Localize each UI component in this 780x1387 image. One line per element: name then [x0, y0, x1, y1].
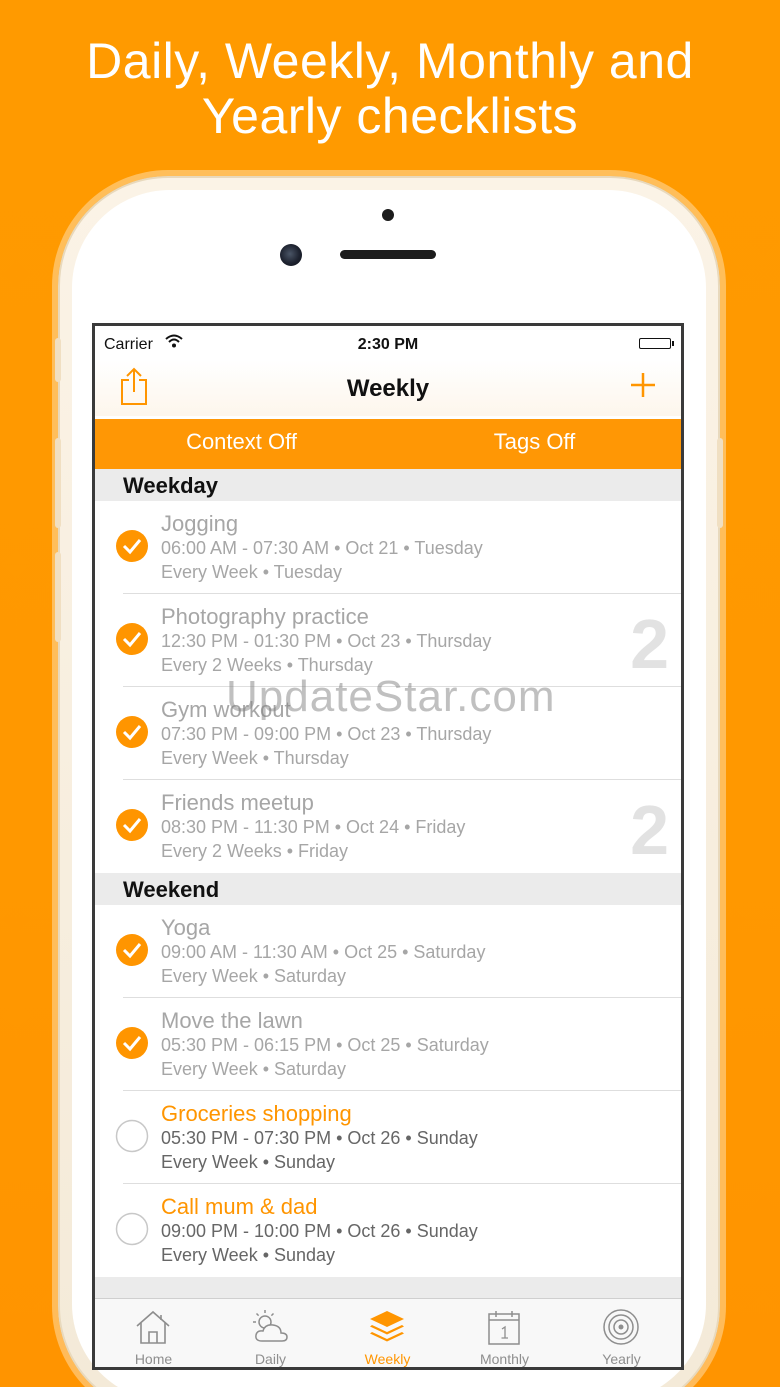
section-header-weekday: Weekday [95, 469, 681, 501]
earpiece-speaker [340, 250, 436, 259]
tab-label: Weekly [364, 1351, 411, 1367]
mute-switch [55, 338, 61, 382]
front-camera [280, 244, 302, 266]
checked-circle-icon[interactable] [115, 933, 149, 967]
task-repeat: Every Week • Sunday [161, 1152, 336, 1172]
task-time: 12:30 PM - 01:30 PM • Oct 23 • Thursday [161, 631, 492, 651]
task-repeat: Every Week • Saturday [161, 1059, 347, 1079]
status-time: 2:30 PM [357, 336, 419, 353]
task-repeat: Every Week • Saturday [161, 966, 347, 986]
task-row[interactable]: Yoga 09:00 AM - 11:30 AM • Oct 25 • Satu… [95, 905, 681, 998]
tab-label: Daily [254, 1351, 287, 1367]
task-time: 07:30 PM - 09:00 PM • Oct 23 • Thursday [161, 724, 492, 744]
status-bar: Carrier 2:30 PM [95, 326, 681, 360]
task-name: Call mum & dad [161, 1194, 318, 1219]
task-time: 09:00 PM - 10:00 PM • Oct 26 • Sunday [161, 1221, 478, 1241]
tab-daily[interactable]: Daily [212, 1299, 329, 1367]
task-name: Friends meetup [161, 790, 314, 815]
tab-label: Home [134, 1351, 173, 1367]
checked-circle-icon[interactable] [115, 529, 149, 563]
task-time: 08:30 PM - 11:30 PM • Oct 24 • Friday [161, 817, 466, 837]
checked-circle-icon[interactable] [115, 715, 149, 749]
promo-headline-line1: Daily, Weekly, Monthly and [86, 33, 694, 89]
checked-circle-icon[interactable] [115, 1026, 149, 1060]
tab-label: Yearly [602, 1351, 641, 1367]
task-row[interactable]: Move the lawn 05:30 PM - 06:15 PM • Oct … [95, 998, 681, 1091]
target-icon [601, 1307, 641, 1347]
repeat-interval-badge: 2 [630, 605, 669, 683]
tags-toggle-button[interactable]: Tags Off [388, 429, 681, 455]
watermark-text: UpdateStar.com [226, 672, 556, 721]
repeat-interval-badge: 2 [630, 791, 669, 869]
task-row[interactable]: Friends meetup 08:30 PM - 11:30 PM • Oct… [95, 780, 681, 873]
tab-monthly[interactable]: Monthly [446, 1299, 563, 1367]
page-title: Weekly [346, 375, 430, 402]
section-footer [95, 1277, 681, 1298]
checked-circle-icon[interactable] [115, 808, 149, 842]
section-header-weekend: Weekend [95, 873, 681, 905]
task-row[interactable]: Call mum & dad 09:00 PM - 10:00 PM • Oct… [95, 1184, 681, 1277]
task-time: 09:00 AM - 11:30 AM • Oct 25 • Saturday [161, 942, 486, 962]
power-button [717, 438, 723, 528]
plus-icon[interactable] [629, 371, 657, 404]
task-time: 06:00 AM - 07:30 AM • Oct 21 • Tuesday [161, 538, 483, 558]
volume-up-button [55, 438, 61, 528]
task-row[interactable]: Jogging 06:00 AM - 07:30 AM • Oct 21 • T… [95, 501, 681, 594]
layers-icon [367, 1307, 407, 1347]
empty-circle-icon[interactable] [115, 1119, 149, 1153]
checked-circle-icon[interactable] [115, 622, 149, 656]
tab-bar: Home Daily Weekly Monthly Yearly [95, 1298, 681, 1367]
filter-toggle-bar: Context Off Tags Off [95, 419, 681, 469]
task-repeat: Every Week • Sunday [161, 1245, 336, 1265]
tab-label: Monthly [479, 1351, 530, 1367]
task-time: 05:30 PM - 06:15 PM • Oct 25 • Saturday [161, 1035, 489, 1055]
task-name: Jogging [161, 511, 239, 536]
task-name: Photography practice [161, 604, 369, 629]
home-icon [133, 1307, 173, 1347]
calendar-icon [484, 1307, 524, 1347]
task-name: Groceries shopping [161, 1101, 352, 1126]
empty-circle-icon[interactable] [115, 1212, 149, 1246]
context-toggle-button[interactable]: Context Off [95, 429, 388, 455]
promo-headline: Daily, Weekly, Monthly and Yearly checkl… [0, 34, 780, 144]
weather-icon [250, 1307, 290, 1347]
task-repeat: Every Week • Thursday [161, 748, 349, 768]
task-row[interactable]: Groceries shopping 05:30 PM - 07:30 PM •… [95, 1091, 681, 1184]
task-repeat: Every 2 Weeks • Friday [161, 841, 349, 861]
task-time: 05:30 PM - 07:30 PM • Oct 26 • Sunday [161, 1128, 478, 1148]
tab-home[interactable]: Home [95, 1299, 212, 1367]
tab-weekly[interactable]: Weekly [329, 1299, 446, 1367]
task-repeat: Every Week • Tuesday [161, 562, 343, 582]
task-name: Move the lawn [161, 1008, 303, 1033]
app-screen: Carrier 2:30 PM Weekly Context Off Tags … [92, 323, 684, 1370]
tab-yearly[interactable]: Yearly [563, 1299, 680, 1367]
proximity-sensor [382, 209, 394, 221]
promo-headline-line2: Yearly checklists [201, 88, 579, 144]
battery-icon [639, 338, 674, 349]
navigation-bar: Weekly [95, 360, 681, 416]
volume-down-button [55, 552, 61, 642]
task-name: Yoga [161, 915, 211, 940]
